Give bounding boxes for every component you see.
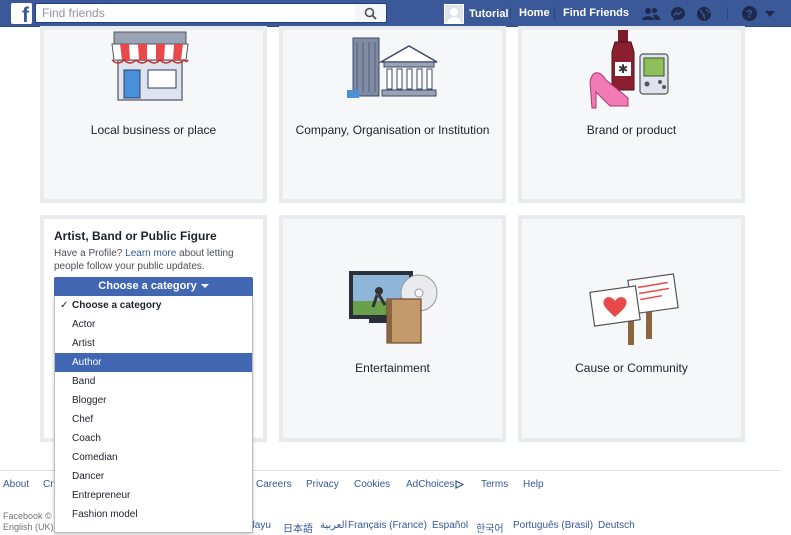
learn-more-link[interactable]: Learn more <box>125 248 176 259</box>
category-option[interactable]: Artist <box>55 334 252 353</box>
home-link[interactable]: Home <box>519 7 550 19</box>
card-title: Artist, Band or Public Figure <box>54 229 217 243</box>
institution-building-icon <box>347 37 437 98</box>
facebook-logo-icon[interactable]: f <box>11 3 32 24</box>
category-option[interactable]: Comedian <box>55 448 252 467</box>
category-option[interactable]: Actor <box>55 315 252 334</box>
globe-icon <box>697 6 711 21</box>
category-option[interactable]: Author <box>55 353 252 372</box>
help-icon: ? <box>741 6 757 21</box>
storefront-icon <box>111 31 189 101</box>
footer-link-cookies[interactable]: Cookies <box>354 479 390 490</box>
cause-signs-icon <box>589 273 679 345</box>
category-option[interactable]: Chef <box>55 410 252 429</box>
account-menu-button[interactable] <box>760 4 780 23</box>
footer-link-about[interactable]: About <box>3 479 29 490</box>
friends-icon <box>642 7 660 20</box>
category-option[interactable]: Entrepreneur <box>55 486 252 505</box>
category-option[interactable]: Blogger <box>55 391 252 410</box>
search-input[interactable] <box>35 3 355 23</box>
card-label: Company, Organisation or Institution <box>295 123 490 137</box>
footer-link-create[interactable]: Cr <box>43 479 54 490</box>
profile-name: Tutorial <box>469 7 509 20</box>
svg-text:✱: ✱ <box>618 62 628 76</box>
profile-link[interactable]: Tutorial <box>444 3 509 24</box>
messages-button[interactable] <box>668 4 688 23</box>
svg-text:?: ? <box>746 9 753 21</box>
lang-link-spanish[interactable]: Español <box>432 520 468 531</box>
lang-link-arabic[interactable]: العربية <box>320 520 347 531</box>
category-dropdown: ✓ Choose a category Actor Artist Author Band B… <box>54 296 253 533</box>
entertainment-icon <box>349 271 438 344</box>
top-bar: f Tutorial Home Find Friends ? <box>0 0 791 27</box>
category-option[interactable]: Band <box>55 372 252 391</box>
caret-down-icon <box>765 10 775 17</box>
card-label: Brand or product <box>586 123 677 137</box>
search-icon <box>364 7 377 20</box>
category-option[interactable]: Coach <box>55 429 252 448</box>
lang-link-german[interactable]: Deutsch <box>598 520 635 531</box>
nav-divider <box>727 7 728 20</box>
current-language: English (UK) <box>3 522 54 532</box>
search-button[interactable] <box>355 3 387 23</box>
caret-down-icon <box>200 284 209 289</box>
card-label: Local business or place <box>90 123 217 137</box>
card-brand[interactable]: ✱ Brand or product <box>518 26 745 203</box>
category-option[interactable]: Dancer <box>55 467 252 486</box>
brand-products-icon: ✱ <box>589 30 669 109</box>
footer-link-help[interactable]: Help <box>523 479 544 490</box>
card-company[interactable]: Company, Organisation or Institution <box>279 26 506 203</box>
notifications-button[interactable] <box>694 4 714 23</box>
nav-divider <box>510 7 511 20</box>
quick-help-button[interactable]: ? <box>739 4 759 23</box>
card-cause[interactable]: Cause or Community <box>518 215 745 442</box>
avatar <box>444 3 464 24</box>
nav-divider <box>554 7 555 20</box>
checkmark-icon: ✓ <box>60 300 69 311</box>
friend-requests-button[interactable] <box>641 4 661 23</box>
messenger-icon <box>671 6 685 21</box>
card-label: Entertainment <box>355 361 430 375</box>
find-friends-link[interactable]: Find Friends <box>563 7 629 19</box>
lang-link-french[interactable]: Français (France) <box>348 520 427 531</box>
card-entertainment[interactable]: Entertainment <box>279 215 506 442</box>
footer-link-terms[interactable]: Terms <box>481 479 508 490</box>
category-option[interactable]: ✓ Choose a category <box>55 296 252 315</box>
copyright-text: Facebook © 2 <box>3 511 60 521</box>
footer-link-adchoices[interactable]: AdChoices <box>406 479 465 490</box>
category-option[interactable]: Fashion model <box>55 505 252 524</box>
choose-category-button[interactable]: Choose a category <box>54 277 253 296</box>
footer-link-careers[interactable]: Careers <box>256 479 292 490</box>
card-description: Have a Profile? Learn more about letting… <box>54 248 234 272</box>
card-local-business[interactable]: Local business or place <box>40 26 267 203</box>
footer-link-privacy[interactable]: Privacy <box>306 479 339 490</box>
lang-link-portuguese[interactable]: Português (Brasil) <box>513 520 593 531</box>
adchoices-icon <box>455 479 465 489</box>
card-label: Cause or Community <box>575 361 688 375</box>
